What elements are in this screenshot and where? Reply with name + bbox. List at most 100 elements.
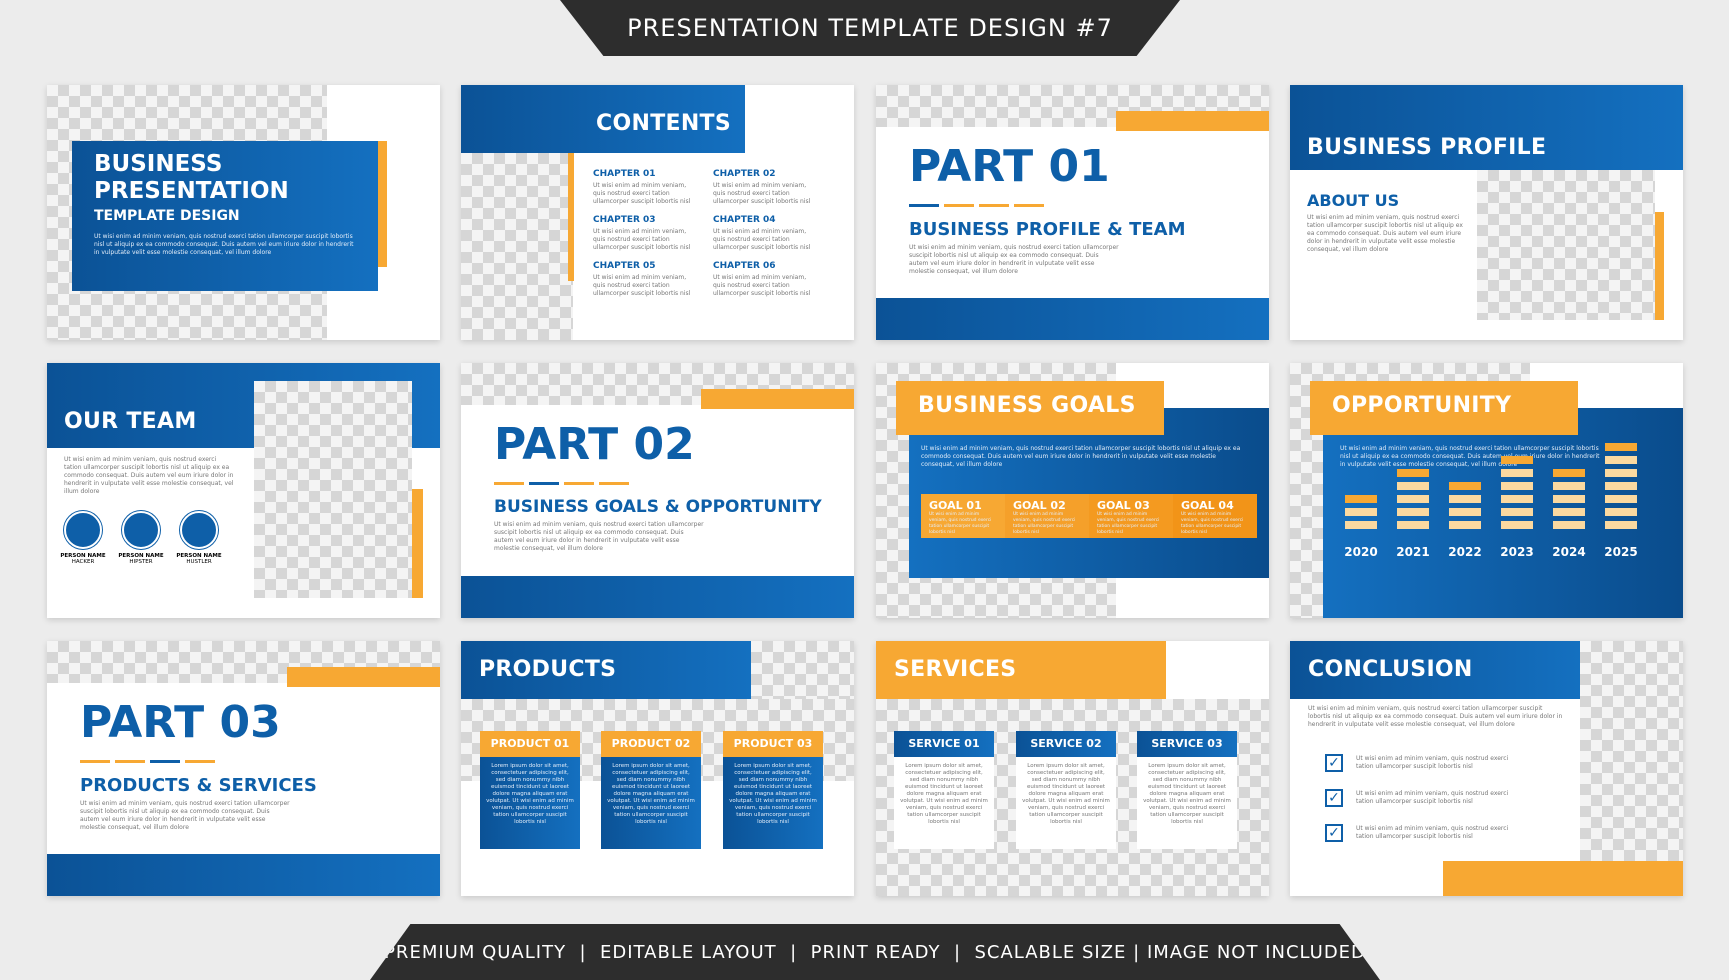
slide-part-03[interactable]: PART 03 PRODUCTS & SERVICES Ut wisi enim… xyxy=(47,641,440,896)
bar-segment xyxy=(1449,482,1481,490)
slide-title: OUR TEAM xyxy=(64,409,197,434)
bar-segment xyxy=(1449,521,1481,529)
footer-banner: PREMIUM QUALITY | EDITABLE LAYOUT | PRIN… xyxy=(370,924,1380,980)
bar-chart: 2020 2021 2022 2023 2024 2025 xyxy=(1344,443,1665,613)
bar-segment xyxy=(1501,456,1533,464)
bar-segment xyxy=(1449,508,1481,516)
image-placeholder xyxy=(254,381,412,598)
title-box: PRODUCTS xyxy=(461,641,751,699)
slide-business-profile[interactable]: BUSINESS PROFILE ABOUT US Ut wisi enim a… xyxy=(1290,85,1683,340)
bar-segment xyxy=(1553,469,1585,477)
slide-part-02[interactable]: PART 02 BUSINESS GOALS & OPPORTUNITY Ut … xyxy=(461,363,854,618)
slide-conclusion[interactable]: CONCLUSION Ut wisi enim ad minim veniam,… xyxy=(1290,641,1683,896)
body-text: Ut wisi enim ad minim veniam, quis nostr… xyxy=(494,521,704,552)
goal-item: GOAL 02 Ut wisi enim ad minim veniam, qui… xyxy=(1005,494,1089,538)
goal-item: GOAL 04 Ut wisi enim ad minim veniam, qui… xyxy=(1173,494,1257,538)
bar-segment xyxy=(1345,508,1377,516)
slide-title: PRODUCTS xyxy=(479,657,617,682)
part-title: PART 02 xyxy=(494,419,695,470)
underline xyxy=(494,470,822,489)
title-box: SERVICES xyxy=(876,641,1166,699)
slide-cover[interactable]: BUSINESS PRESENTATION TEMPLATE DESIGN Ut… xyxy=(47,85,440,340)
accent-bar xyxy=(378,141,387,267)
slide-title: OPPORTUNITY xyxy=(1332,393,1512,418)
accent-bar xyxy=(1443,861,1683,896)
bar-segment xyxy=(1553,521,1585,529)
team-member: PERSON NAME HUSTLER xyxy=(176,553,222,565)
image-placeholder xyxy=(461,153,573,340)
bar-segment xyxy=(1605,443,1637,451)
body-text: Ut wisi enim ad minim veniam, quis nostr… xyxy=(1308,705,1563,728)
body-text: Ut wisi enim ad minim veniam, quis nostr… xyxy=(80,800,290,831)
bar-segment xyxy=(1605,482,1637,490)
title-box: CONTENTS xyxy=(461,85,745,153)
slide-title: BUSINESS PROFILE xyxy=(1307,135,1547,160)
accent-bar xyxy=(287,667,440,687)
title-line: PRESENTATION xyxy=(94,178,289,204)
bar-segment xyxy=(1397,495,1429,503)
part-block: PART 02 BUSINESS GOALS & OPPORTUNITY Ut … xyxy=(494,419,822,553)
year-label: 2021 xyxy=(1396,545,1430,559)
goal-item: GOAL 01 Ut wisi enim ad minim veniam, qui… xyxy=(929,499,992,535)
service-card: SERVICE 01 Lorem ipsum dolor sit amet, co… xyxy=(894,731,994,849)
body-text: Ut wisi enim ad minim veniam, quis nostr… xyxy=(64,456,234,495)
slide-title: BUSINESS GOALS xyxy=(918,393,1136,418)
year-label: 2025 xyxy=(1604,545,1638,559)
slide-business-goals[interactable]: BUSINESS GOALS Ut wisi enim ad minim ven… xyxy=(876,363,1269,618)
title-box: CONCLUSION xyxy=(1290,641,1580,699)
avatar-icon xyxy=(122,511,160,549)
accent-bar xyxy=(1655,212,1664,320)
bar-segment xyxy=(1605,456,1637,464)
chapter-item: CHAPTER 04 Ut wisi enim ad minim veniam, … xyxy=(713,215,811,251)
year-label: 2022 xyxy=(1448,545,1482,559)
product-card: PRODUCT 01 Lorem ipsum dolor sit amet, co… xyxy=(480,731,580,849)
accent-bar xyxy=(1116,111,1269,131)
bar-segment xyxy=(1605,495,1637,503)
slide-title: CONCLUSION xyxy=(1308,657,1473,682)
bar-segment xyxy=(1501,482,1533,490)
service-card: SERVICE 03 Lorem ipsum dolor sit amet, co… xyxy=(1137,731,1237,849)
slide-products[interactable]: PRODUCTS PRODUCT 01 Lorem ipsum dolor sit… xyxy=(461,641,854,896)
bar-segment xyxy=(1397,508,1429,516)
year-label: 2020 xyxy=(1344,545,1378,559)
part-subtitle: PRODUCTS & SERVICES xyxy=(80,775,317,796)
product-card: PRODUCT 02 Lorem ipsum dolor sit amet, co… xyxy=(601,731,701,849)
subtitle: ABOUT US xyxy=(1307,191,1400,210)
footer-bar xyxy=(47,854,440,896)
avatar-icon xyxy=(64,511,102,549)
bar-segment xyxy=(1501,521,1533,529)
slide-opportunity[interactable]: OPPORTUNITY Ut wisi enim ad minim veniam… xyxy=(1290,363,1683,618)
checkbox-icon: ✓ xyxy=(1325,754,1343,772)
checkbox-icon: ✓ xyxy=(1325,824,1343,842)
bar-segment xyxy=(1553,508,1585,516)
team-member: PERSON NAME HIPSTER xyxy=(118,553,164,565)
bar-segment xyxy=(1605,521,1637,529)
bar-segment xyxy=(1501,508,1533,516)
bar-segment xyxy=(1501,495,1533,503)
part-title: PART 01 xyxy=(909,141,1110,192)
slide-services[interactable]: SERVICES SERVICE 01 Lorem ipsum dolor sit… xyxy=(876,641,1269,896)
accent-bar xyxy=(412,489,423,598)
chapter-item: CHAPTER 02 Ut wisi enim ad minim veniam, … xyxy=(713,169,811,205)
goal-item: GOAL 03 Ut wisi enim ad minim veniam, qui… xyxy=(1089,494,1173,538)
slide-part-01[interactable]: PART 01 BUSINESS PROFILE & TEAM Ut wisi … xyxy=(876,85,1269,340)
accent-bar xyxy=(701,389,854,409)
part-subtitle: BUSINESS GOALS & OPPORTUNITY xyxy=(494,497,822,517)
title-line: TEMPLATE DESIGN xyxy=(94,208,240,224)
body-text: Ut wisi enim ad minim veniam, quis nostr… xyxy=(909,244,1119,275)
part-title: PART 03 xyxy=(80,697,281,748)
part-block: PART 01 BUSINESS PROFILE & TEAM Ut wisi … xyxy=(909,141,1186,276)
bar-segment xyxy=(1553,495,1585,503)
part-block: PART 03 PRODUCTS & SERVICES Ut wisi enim… xyxy=(80,697,317,832)
image-placeholder xyxy=(1477,170,1655,320)
bar-segment xyxy=(1449,495,1481,503)
check-item-text: Ut wisi enim ad minim veniam, quis nostr… xyxy=(1356,755,1509,770)
bar-segment xyxy=(1501,469,1533,477)
footer-bar xyxy=(461,576,854,618)
bar-segment xyxy=(1397,521,1429,529)
image-placeholder xyxy=(1580,641,1683,861)
slide-our-team[interactable]: OUR TEAM Ut wisi enim ad minim veniam, q… xyxy=(47,363,440,618)
bar-segment xyxy=(1397,482,1429,490)
slide-contents[interactable]: CONTENTS CHAPTER 01 Ut wisi enim ad minim… xyxy=(461,85,854,340)
chapter-item: CHAPTER 03 Ut wisi enim ad minim veniam, … xyxy=(593,215,691,251)
